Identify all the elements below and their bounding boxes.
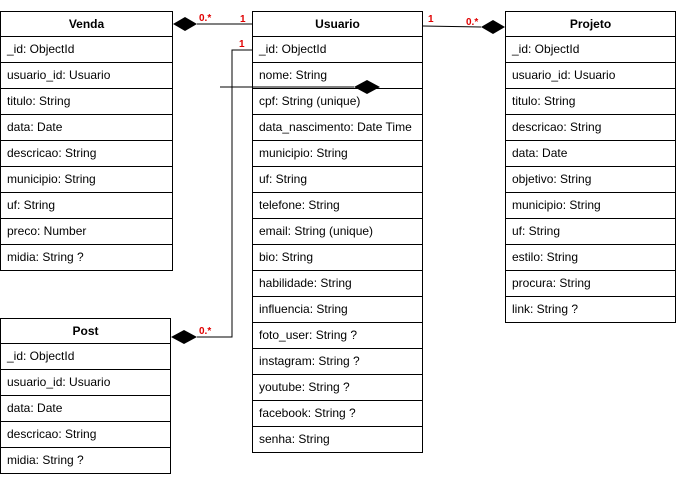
multiplicity-many: 0.* (199, 13, 211, 24)
field-row: municipio: String (0, 167, 173, 193)
field-row: _id: ObjectId (252, 37, 423, 63)
field-row: uf: String (0, 193, 173, 219)
entity-title-usuario: Usuario (252, 11, 423, 37)
field-row: descricao: String (0, 141, 173, 167)
field-row: _id: ObjectId (505, 37, 676, 63)
entity-post[interactable]: Post _id: ObjectId usuario_id: Usuario d… (0, 318, 171, 474)
field-row: telefone: String (252, 193, 423, 219)
field-row: uf: String (252, 167, 423, 193)
composition-diamond-icon (171, 330, 197, 344)
multiplicity-many: 0.* (466, 17, 478, 28)
field-row: foto_user: String ? (252, 323, 423, 349)
field-row: midia: String ? (0, 245, 173, 271)
field-row: senha: String (252, 427, 423, 453)
entity-projeto[interactable]: Projeto _id: ObjectId usuario_id: Usuari… (505, 11, 676, 323)
field-row: titulo: String (0, 89, 173, 115)
multiplicity-many: 0.* (199, 326, 211, 337)
field-row: objetivo: String (505, 167, 676, 193)
field-row: nome: String (252, 63, 423, 89)
connector-line (422, 25, 482, 28)
entity-title-venda: Venda (0, 11, 173, 37)
field-row: descricao: String (505, 115, 676, 141)
field-row: data: Date (505, 141, 676, 167)
field-row: descricao: String (0, 422, 171, 448)
field-row: municipio: String (252, 141, 423, 167)
entity-title-projeto: Projeto (505, 11, 676, 37)
multiplicity-one: 1 (239, 39, 245, 50)
field-row: instagram: String ? (252, 349, 423, 375)
field-row: preco: Number (0, 219, 173, 245)
field-row: _id: ObjectId (0, 344, 171, 370)
field-row: email: String (unique) (252, 219, 423, 245)
field-row: municipio: String (505, 193, 676, 219)
field-row: data: Date (0, 396, 171, 422)
multiplicity-one: 1 (240, 14, 246, 25)
field-row: procura: String (505, 271, 676, 297)
multiplicity-one: 1 (428, 14, 434, 25)
field-row: usuario_id: Usuario (505, 63, 676, 89)
field-row: titulo: String (505, 89, 676, 115)
entity-title-post: Post (0, 318, 171, 344)
field-row: influencia: String (252, 297, 423, 323)
field-row: midia: String ? (0, 448, 171, 474)
field-row: link: String ? (505, 297, 676, 323)
field-row: facebook: String ? (252, 401, 423, 427)
field-row: data_nascimento: Date Time (252, 115, 423, 141)
field-row: usuario_id: Usuario (0, 63, 173, 89)
field-row: usuario_id: Usuario (0, 370, 171, 396)
relation-usuario-projeto[interactable]: 1 0.* (422, 14, 505, 34)
field-row: data: Date (0, 115, 173, 141)
field-row: estilo: String (505, 245, 676, 271)
entity-venda[interactable]: Venda _id: ObjectId usuario_id: Usuario … (0, 11, 173, 271)
entity-usuario[interactable]: Usuario _id: ObjectId nome: String cpf: … (252, 11, 423, 453)
field-row: _id: ObjectId (0, 37, 173, 63)
relation-venda-usuario[interactable]: 0.* 1 (173, 13, 252, 31)
relation-usuario-post[interactable]: 1 0.* (171, 39, 252, 344)
field-row: uf: String (505, 219, 676, 245)
composition-diamond-icon (173, 17, 197, 31)
field-row: habilidade: String (252, 271, 423, 297)
field-row: cpf: String (unique) (252, 89, 423, 115)
connector-line (197, 49, 252, 338)
composition-diamond-icon (481, 20, 505, 34)
field-row: bio: String (252, 245, 423, 271)
field-row: youtube: String ? (252, 375, 423, 401)
